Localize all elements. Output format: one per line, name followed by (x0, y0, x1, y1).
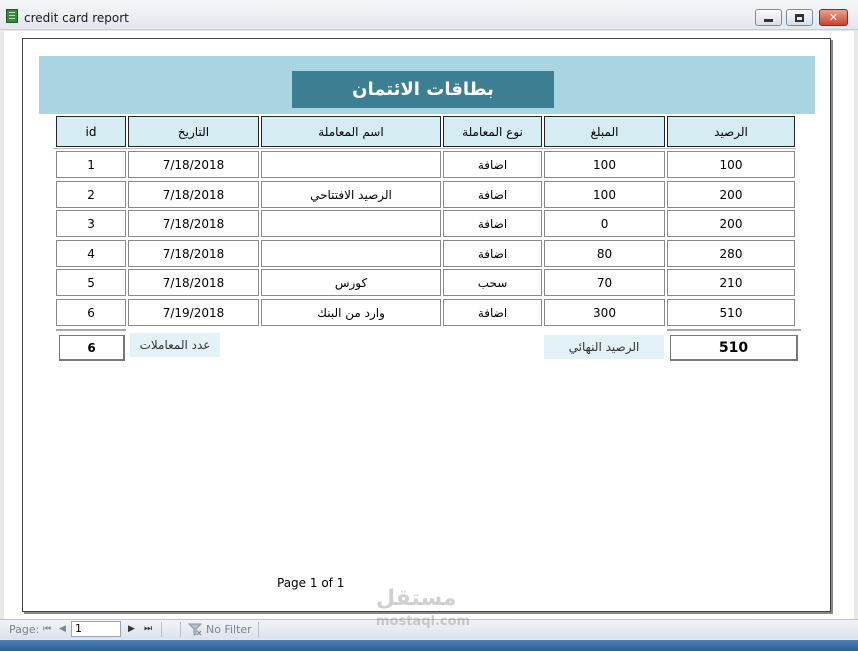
transaction-count-label: عدد المعاملات (130, 333, 220, 357)
final-balance-label: الرصيد النهائي (544, 335, 664, 359)
cell-date: 7/18/2018 (128, 151, 259, 178)
report-header-band: بطاقات الائتمان (39, 56, 815, 114)
report-preview-area[interactable]: بطاقات الائتمان id التاريخ اسم المعاملة … (4, 31, 854, 619)
cell-balance: 510 (667, 299, 795, 326)
cell-date: 7/18/2018 (128, 269, 259, 296)
page-label: Page: (9, 623, 40, 636)
cell-name: كورس (261, 269, 441, 296)
first-page-button[interactable]: ⏮ (43, 624, 51, 634)
cell-name (261, 240, 441, 267)
cell-amount: 300 (544, 299, 665, 326)
status-separator (161, 622, 162, 637)
next-page-button[interactable]: ▶ (128, 624, 135, 634)
minimize-icon (764, 18, 773, 22)
cell-name: وارد من البنك (261, 299, 441, 326)
watermark-url: mostaql.com (376, 614, 471, 629)
column-header-balance: الرصيد (667, 116, 795, 147)
minimize-button[interactable] (755, 9, 782, 26)
cell-name (261, 210, 441, 237)
taskbar (0, 640, 858, 651)
cell-name (261, 151, 441, 178)
last-page-button[interactable]: ⏭ (144, 624, 152, 634)
cell-date: 7/19/2018 (128, 299, 259, 326)
cell-id: 6 (56, 299, 126, 326)
previous-page-button[interactable]: ◀ (59, 624, 66, 634)
cell-date: 7/18/2018 (128, 210, 259, 237)
cell-amount: 70 (544, 269, 665, 296)
cell-type: اضافة (443, 210, 542, 237)
cell-date: 7/18/2018 (128, 181, 259, 208)
mostaql-watermark: مستقل mostaql.com (376, 588, 470, 633)
report-title: بطاقات الائتمان (292, 71, 554, 108)
page-number: Page 1 of 1 (277, 576, 345, 590)
status-separator (258, 622, 259, 637)
cell-name: الرصيد الافتتاحي (261, 181, 441, 208)
column-header-date: التاريخ (128, 116, 259, 147)
column-header-amount: المبلغ (544, 116, 665, 147)
page-number-input[interactable]: 1 (71, 621, 121, 637)
footer-divider-right (667, 329, 801, 331)
cell-id: 4 (56, 240, 126, 267)
cell-balance: 210 (667, 269, 795, 296)
column-header-id: id (56, 116, 126, 147)
cell-amount: 80 (544, 240, 665, 267)
window-titlebar: credit card report ✕ (0, 0, 858, 30)
cell-type: اضافة (443, 299, 542, 326)
column-header-name: اسم المعاملة (261, 116, 441, 147)
filter-icon (188, 623, 202, 636)
cell-balance: 280 (667, 240, 795, 267)
cell-type: اضافة (443, 181, 542, 208)
cell-id: 5 (56, 269, 126, 296)
cell-id: 2 (56, 181, 126, 208)
cell-type: اضافة (443, 240, 542, 267)
window-title: credit card report (24, 11, 129, 25)
cell-amount: 0 (544, 210, 665, 237)
cell-id: 3 (56, 210, 126, 237)
cell-balance: 100 (667, 151, 795, 178)
cell-date: 7/18/2018 (128, 240, 259, 267)
column-header-type: نوع المعاملة (443, 116, 542, 147)
cell-id: 1 (56, 151, 126, 178)
close-button[interactable]: ✕ (819, 9, 848, 26)
close-icon: ✕ (828, 11, 839, 24)
cell-amount: 100 (544, 151, 665, 178)
maximize-icon (795, 13, 804, 22)
transaction-count-value: 6 (59, 335, 125, 361)
footer-divider-left (56, 329, 126, 331)
cell-type: سحب (443, 269, 542, 296)
filter-status-button[interactable]: No Filter (206, 623, 252, 636)
maximize-button[interactable] (786, 9, 813, 26)
report-page: بطاقات الائتمان id التاريخ اسم المعاملة … (22, 38, 831, 612)
cell-amount: 100 (544, 181, 665, 208)
cell-balance: 200 (667, 210, 795, 237)
access-report-icon (6, 9, 18, 23)
header-divider (53, 148, 796, 149)
status-separator (180, 622, 181, 637)
cell-balance: 200 (667, 181, 795, 208)
final-balance-value: 510 (670, 335, 798, 361)
watermark-logo-text: مستقل (376, 586, 457, 611)
cell-type: اضافة (443, 151, 542, 178)
